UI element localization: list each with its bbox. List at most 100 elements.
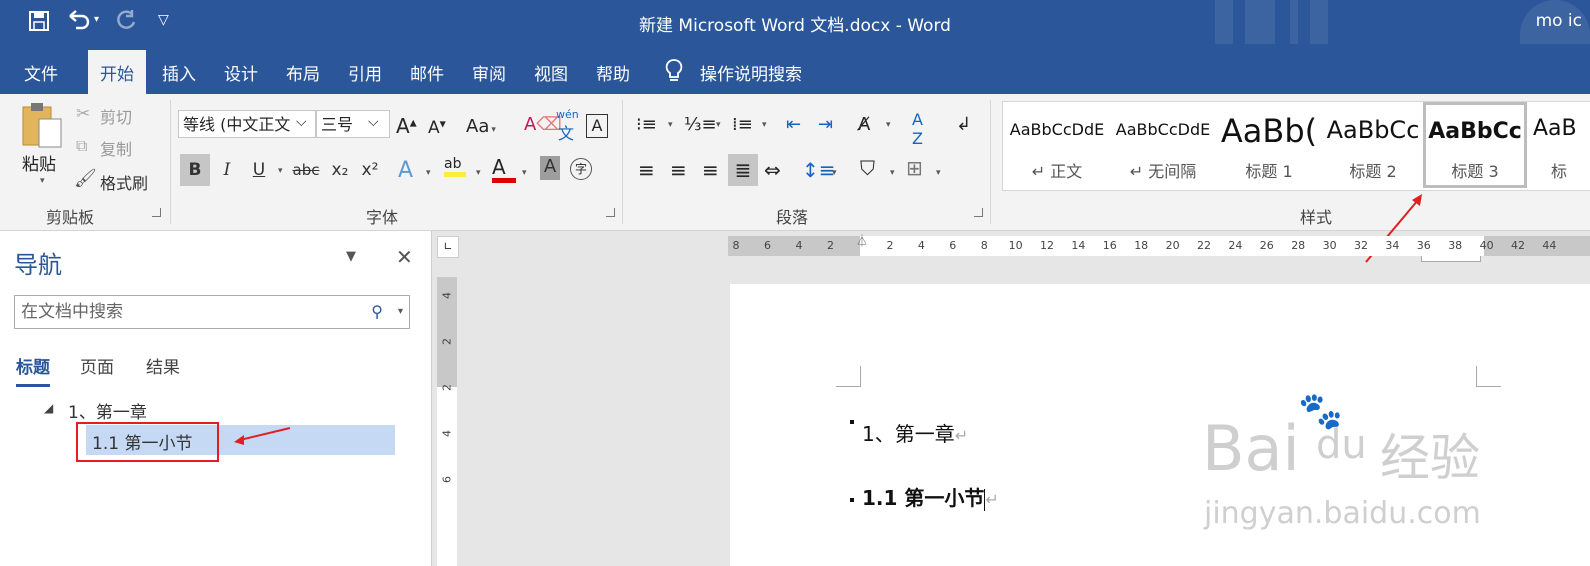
- annotation-arrow: [234, 427, 291, 445]
- align-right-icon[interactable]: ≡: [702, 158, 719, 182]
- highlight-dropdown-icon[interactable]: ▾: [476, 168, 481, 178]
- asian-layout-icon[interactable]: A̸: [858, 114, 870, 135]
- font-launcher-icon[interactable]: [606, 208, 615, 217]
- search-options-icon[interactable]: ▾: [398, 296, 403, 328]
- increase-indent-icon[interactable]: ⇥: [818, 114, 833, 135]
- tab-insert[interactable]: 插入: [162, 60, 196, 85]
- style-heading-4[interactable]: AaB 标: [1529, 102, 1589, 188]
- change-case-button[interactable]: Aa ▾: [466, 116, 496, 137]
- numbering-dropdown-icon[interactable]: ▾: [716, 120, 721, 130]
- collapse-triangle-icon[interactable]: ◢: [44, 401, 53, 415]
- grow-font-icon[interactable]: A▲: [396, 114, 417, 138]
- borders-dropdown-icon[interactable]: ▾: [936, 168, 941, 178]
- multilevel-dropdown-icon[interactable]: ▾: [762, 120, 767, 130]
- align-left-icon[interactable]: ≡: [638, 158, 655, 182]
- nav-options-icon[interactable]: ▼: [346, 249, 356, 264]
- borders-icon[interactable]: ⊞: [906, 156, 923, 180]
- shrink-font-icon[interactable]: A▼: [428, 118, 446, 138]
- decrease-indent-icon[interactable]: ⇤: [786, 114, 801, 135]
- group-label-font: 字体: [366, 208, 399, 227]
- clipboard-launcher-icon[interactable]: [152, 208, 161, 217]
- doc-heading-2[interactable]: 1.1 第一小节↵: [862, 482, 999, 511]
- tab-help[interactable]: 帮助: [596, 60, 630, 85]
- lightbulb-icon[interactable]: [664, 58, 684, 89]
- bullets-dropdown-icon[interactable]: ▾: [668, 120, 673, 130]
- scissors-icon: ✂: [76, 104, 91, 124]
- nav-search-input[interactable]: 在文档中搜索 ⚲ ▾: [14, 295, 410, 329]
- character-shading-icon[interactable]: A: [540, 156, 560, 180]
- style-heading-3[interactable]: AaBbCc 标题 3: [1423, 102, 1527, 188]
- superscript-button[interactable]: x²: [358, 154, 382, 186]
- shading-icon[interactable]: ⛉: [860, 156, 875, 180]
- style-sample: AaBbCcDdE: [1009, 120, 1105, 139]
- title-bar: ▾ ▽ 新建 Microsoft Word 文档.docx - Word mo …: [0, 0, 1590, 94]
- tab-view[interactable]: 视图: [534, 60, 568, 85]
- group-divider: [622, 100, 623, 224]
- paste-dropdown-icon[interactable]: ▾: [40, 176, 45, 186]
- ruler-tick: 28: [1291, 239, 1306, 252]
- highlight-icon[interactable]: ab: [444, 156, 466, 177]
- enclose-characters-icon[interactable]: 字: [570, 158, 592, 180]
- multilevel-list-icon[interactable]: ⁞≡: [732, 114, 753, 135]
- style-heading-1[interactable]: AaBb( 标题 1: [1217, 102, 1321, 188]
- tab-selector-icon[interactable]: ∟: [437, 236, 459, 258]
- nav-tab-pages[interactable]: 页面: [80, 353, 114, 378]
- cut-button[interactable]: 剪切: [100, 104, 132, 128]
- distributed-icon[interactable]: ⇔: [764, 158, 781, 182]
- style-normal[interactable]: AaBbCcDdE ↵ 正文: [1005, 102, 1109, 188]
- paste-icon[interactable]: [18, 100, 64, 152]
- character-border-icon[interactable]: A: [586, 114, 608, 138]
- doc-heading-1[interactable]: 1、第一章↵: [862, 418, 968, 447]
- phonetic-guide-icon[interactable]: 文: [558, 120, 574, 144]
- sort-icon[interactable]: AZ: [912, 110, 923, 148]
- font-color-dropdown-icon[interactable]: ▾: [522, 168, 527, 178]
- line-spacing-dropdown-icon[interactable]: ▾: [832, 168, 837, 178]
- bold-button[interactable]: B: [180, 154, 210, 186]
- tab-file[interactable]: 文件: [24, 60, 58, 85]
- justify-icon[interactable]: ≣: [728, 154, 758, 186]
- italic-button[interactable]: I: [216, 154, 238, 186]
- show-marks-icon[interactable]: ↲: [956, 114, 971, 135]
- underline-dropdown-icon[interactable]: ▾: [278, 166, 283, 176]
- ruler-tick: 30: [1322, 239, 1337, 252]
- indent-marker-icon[interactable]: ⏃: [856, 232, 868, 249]
- nav-tab-results[interactable]: 结果: [146, 353, 180, 378]
- heading-bullet: [850, 420, 854, 424]
- search-icon[interactable]: ⚲: [371, 296, 383, 328]
- tab-design[interactable]: 设计: [224, 60, 258, 85]
- margin-corner-mark: [836, 366, 861, 387]
- nav-heading-item[interactable]: 1、第一章: [68, 398, 147, 423]
- close-icon[interactable]: ✕: [396, 245, 413, 269]
- tab-references[interactable]: 引用: [348, 60, 382, 85]
- text-effects-icon[interactable]: A: [398, 158, 413, 183]
- paragraph-launcher-icon[interactable]: [974, 208, 983, 217]
- line-spacing-icon[interactable]: ↕≡: [802, 158, 836, 182]
- format-painter-button[interactable]: 格式刷: [100, 170, 148, 194]
- text-effects-dropdown-icon[interactable]: ▾: [426, 168, 431, 178]
- chevron-down-icon[interactable]: ⌵: [368, 114, 379, 130]
- tab-review[interactable]: 审阅: [472, 60, 506, 85]
- underline-button[interactable]: U: [248, 154, 270, 186]
- strikethrough-button[interactable]: abc: [290, 154, 322, 186]
- ruler-tick: 14: [1071, 239, 1086, 252]
- chevron-down-icon[interactable]: ⌵: [296, 114, 307, 130]
- paste-button[interactable]: 粘贴: [22, 150, 56, 175]
- user-name[interactable]: mo ic: [1536, 11, 1582, 31]
- font-color-icon[interactable]: A: [492, 156, 516, 183]
- underline-label: U: [252, 160, 266, 180]
- numbering-icon[interactable]: ⅓≡: [684, 114, 717, 135]
- nav-tab-headings[interactable]: 标题: [16, 353, 50, 387]
- tab-mailings[interactable]: 邮件: [410, 60, 444, 85]
- style-heading-2[interactable]: AaBbCc 标题 2: [1321, 102, 1425, 188]
- align-center-icon[interactable]: ≡: [670, 158, 687, 182]
- copy-button[interactable]: 复制: [100, 136, 132, 160]
- tell-me-search[interactable]: 操作说明搜索: [700, 60, 802, 85]
- asian-layout-dropdown-icon[interactable]: ▾: [886, 120, 891, 130]
- bullets-icon[interactable]: ⁝≡: [636, 114, 657, 135]
- style-no-spacing[interactable]: AaBbCcDdE ↵ 无间隔: [1111, 102, 1215, 188]
- shading-dropdown-icon[interactable]: ▾: [890, 168, 895, 178]
- style-name: 标题 3: [1451, 162, 1499, 181]
- subscript-button[interactable]: x₂: [328, 154, 352, 186]
- tab-layout[interactable]: 布局: [286, 60, 320, 85]
- tab-home[interactable]: 开始: [88, 50, 146, 97]
